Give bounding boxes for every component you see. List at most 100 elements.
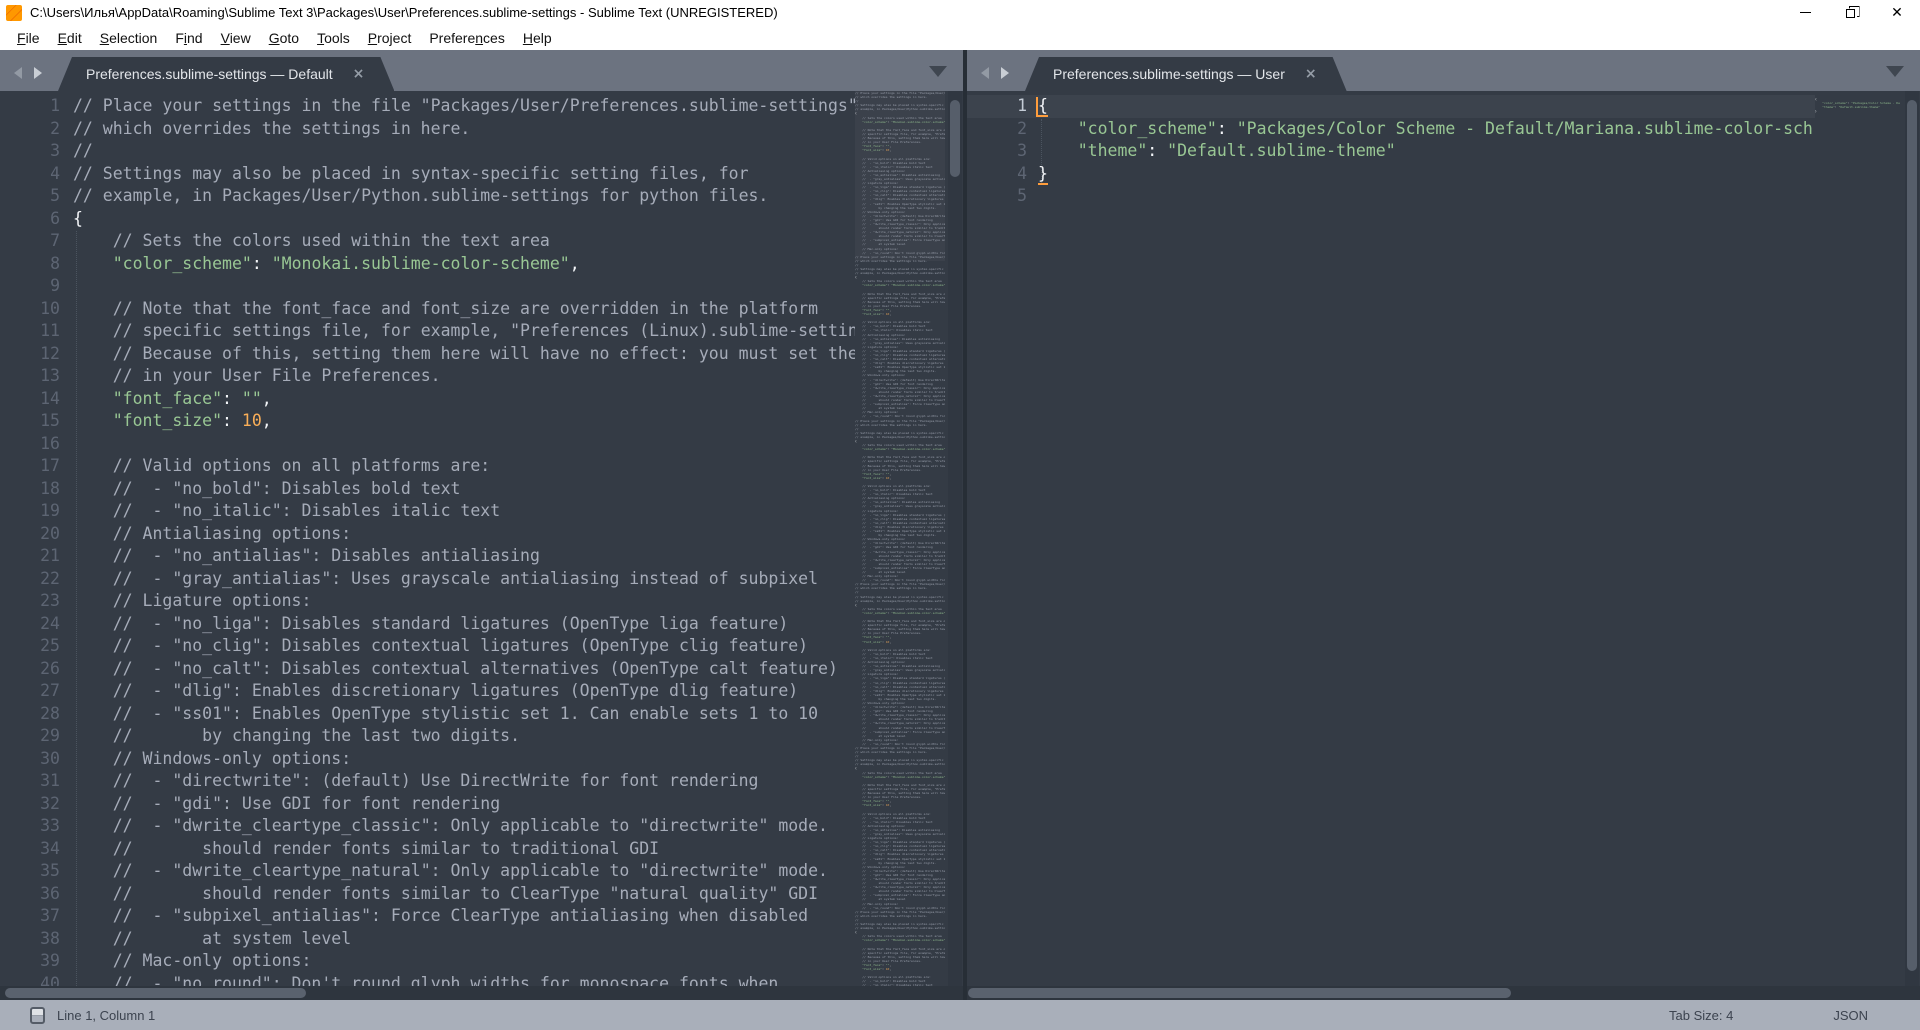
line-number: 11 [0, 320, 60, 343]
line-number: 3 [0, 140, 60, 163]
menu-selection[interactable]: Selection [91, 27, 167, 49]
code-line: // - "dlig": Enables discretionary ligat… [73, 680, 855, 703]
menu-find[interactable]: Find [166, 27, 211, 49]
menu-preferences[interactable]: Preferences [420, 27, 514, 49]
code-line: // - "dwrite_cleartype_classic": Only ap… [73, 815, 855, 838]
line-number: 33 [0, 815, 60, 838]
code-line: "theme": "Default.sublime-theme" [1038, 140, 1813, 163]
line-number-gutter: 1234567891011121314151617181920212223242… [0, 95, 60, 986]
code-line: // - "no_calt": Disables contextual alte… [73, 658, 855, 681]
tab-label: Preferences.sublime-settings — User [1053, 66, 1285, 82]
code-line: // - "no_liga": Disables standard ligatu… [73, 613, 855, 636]
vertical-scrollbar[interactable] [948, 91, 962, 986]
horizontal-scrollbar[interactable] [0, 986, 963, 1000]
code-line: { [1038, 95, 1813, 118]
menu-project[interactable]: Project [359, 27, 421, 49]
line-number: 29 [0, 725, 60, 748]
line-number: 35 [0, 860, 60, 883]
horizontal-scrollbar-thumb[interactable] [5, 988, 306, 998]
line-number: 30 [0, 748, 60, 771]
status-window-icon[interactable] [30, 1007, 45, 1024]
vertical-scrollbar-thumb[interactable] [950, 100, 960, 177]
line-number: 40 [0, 973, 60, 987]
line-number: 36 [0, 883, 60, 906]
tab-preferences-default[interactable]: Preferences.sublime-settings — Default × [58, 57, 394, 91]
minimap[interactable]: // Place your settings in the file "Pack… [855, 91, 945, 986]
tab-close-icon[interactable]: × [1305, 66, 1317, 82]
code-line: { [73, 208, 855, 231]
title-bar: C:\Users\Илья\AppData\Roaming\Sublime Te… [0, 0, 1920, 25]
line-number: 5 [967, 185, 1027, 208]
code-line: // Valid options on all platforms are: [73, 455, 855, 478]
horizontal-scrollbar-thumb[interactable] [968, 988, 1511, 998]
chevron-down-icon[interactable] [1886, 66, 1904, 77]
chevron-down-icon[interactable] [929, 66, 947, 77]
menu-goto[interactable]: Goto [260, 27, 308, 49]
menu-file[interactable]: File [8, 27, 49, 49]
menu-edit[interactable]: Edit [49, 27, 91, 49]
code-line: // - "no_round": Don't round glyph width… [73, 973, 855, 987]
line-number: 10 [0, 298, 60, 321]
code-line: // by changing the last two digits. [73, 725, 855, 748]
code-line: "font_face": "", [73, 388, 855, 411]
tab-size-indicator[interactable]: Tab Size: 4 [1669, 1008, 1733, 1023]
code-line: // Place your settings in the file "Pack… [73, 95, 855, 118]
code-line [73, 433, 855, 456]
vertical-scrollbar-thumb[interactable] [1907, 100, 1917, 971]
minimap[interactable]: { "color_scheme": "Packages/Color Scheme… [1815, 91, 1900, 986]
horizontal-scrollbar[interactable] [967, 986, 1920, 1000]
tab-close-icon[interactable]: × [353, 66, 365, 82]
code-line: // Antialiasing options: [73, 523, 855, 546]
line-number: 6 [0, 208, 60, 231]
tab-bar-right: Preferences.sublime-settings — User × [967, 50, 1920, 91]
menu-help[interactable]: Help [514, 27, 561, 49]
code-line: // Sets the colors used within the text … [73, 230, 855, 253]
close-button[interactable]: ✕ [1874, 0, 1920, 25]
chevron-right-icon[interactable] [34, 67, 42, 79]
code-line: // should render fonts similar to ClearT… [73, 883, 855, 906]
menu-view[interactable]: View [212, 27, 260, 49]
menu-tools[interactable]: Tools [308, 27, 359, 49]
code-editor-default[interactable]: 1234567891011121314151617181920212223242… [0, 91, 963, 986]
menu-bar: FileEditSelectionFindViewGotoToolsProjec… [0, 25, 1920, 50]
window-title: C:\Users\Илья\AppData\Roaming\Sublime Te… [30, 5, 778, 20]
line-number: 1 [967, 95, 1027, 118]
minimize-button[interactable] [1782, 0, 1828, 25]
code-line [73, 275, 855, 298]
line-number: 2 [967, 118, 1027, 141]
code-line: // at system level [73, 928, 855, 951]
tab-preferences-user[interactable]: Preferences.sublime-settings — User × [1025, 57, 1347, 91]
window-controls: ✕ [1782, 0, 1920, 25]
chevron-right-icon[interactable] [1001, 67, 1009, 79]
line-number: 24 [0, 613, 60, 636]
brace-match-underline [1038, 115, 1048, 117]
line-number: 26 [0, 658, 60, 681]
code-text: { "color_scheme": "Packages/Color Scheme… [1038, 95, 1813, 208]
code-line: // in your User File Preferences. [73, 365, 855, 388]
code-line [1038, 185, 1813, 208]
code-line: // Because of this, setting them here wi… [73, 343, 855, 366]
line-number: 13 [0, 365, 60, 388]
line-number: 27 [0, 680, 60, 703]
line-number: 1 [0, 95, 60, 118]
line-number: 22 [0, 568, 60, 591]
code-line: // which overrides the settings in here. [73, 118, 855, 141]
line-number: 15 [0, 410, 60, 433]
code-line: // should render fonts similar to tradit… [73, 838, 855, 861]
brace-match-underline [1038, 183, 1048, 185]
line-number: 23 [0, 590, 60, 613]
line-number: 12 [0, 343, 60, 366]
chevron-left-icon[interactable] [14, 67, 22, 79]
status-bar: Line 1, Column 1 Tab Size: 4 JSON [0, 1000, 1920, 1030]
line-number: 21 [0, 545, 60, 568]
line-number: 16 [0, 433, 60, 456]
minimize-icon [1800, 12, 1811, 13]
vertical-scrollbar[interactable] [1905, 91, 1919, 986]
restore-button[interactable] [1828, 0, 1874, 25]
syntax-indicator[interactable]: JSON [1833, 1008, 1868, 1023]
code-line: // - "no_italic": Disables italic text [73, 500, 855, 523]
chevron-left-icon[interactable] [981, 67, 989, 79]
code-editor-user[interactable]: 12345 { "color_scheme": "Packages/Color … [967, 91, 1920, 986]
editor-split-view: Preferences.sublime-settings — Default ×… [0, 50, 1920, 1000]
line-number: 31 [0, 770, 60, 793]
